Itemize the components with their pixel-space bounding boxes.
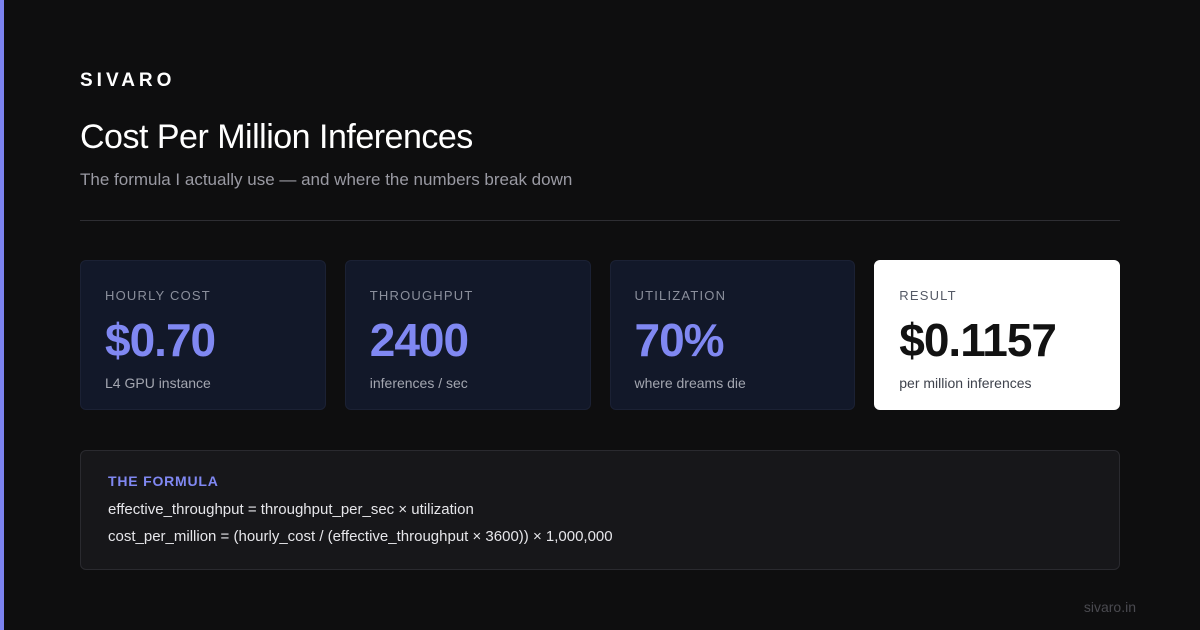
divider	[80, 220, 1120, 221]
card-label: RESULT	[899, 288, 957, 303]
formula-box: THE FORMULA effective_throughput = throu…	[80, 450, 1120, 570]
metric-cards: HOURLY COST $0.70 L4 GPU instance THROUG…	[80, 260, 1120, 410]
card-note: per million inferences	[899, 375, 1032, 391]
page: SIVARO Cost Per Million Inferences The f…	[0, 0, 1200, 630]
formula-heading: THE FORMULA	[108, 473, 219, 489]
card-label: THROUGHPUT	[369, 288, 474, 303]
hourly-cost-card: HOURLY COST $0.70 L4 GPU instance	[80, 260, 326, 410]
utilization-card: UTILIZATION 70% where dreams die	[609, 260, 856, 410]
result-card: RESULT $0.1157 per million inferences	[874, 260, 1120, 410]
card-note: inferences / sec	[369, 375, 468, 391]
card-note: L4 GPU instance	[105, 375, 211, 391]
page-subtitle: The formula I actually use — and where t…	[80, 170, 573, 189]
card-value: $0.70	[105, 314, 216, 366]
card-value: 2400	[369, 314, 469, 366]
formula-line-cost-per-million: cost_per_million = (hourly_cost / (effec…	[108, 528, 613, 545]
throughput-card: THROUGHPUT 2400 inferences / sec	[344, 260, 591, 410]
accent-bar	[0, 0, 4, 630]
card-value: 70%	[634, 314, 725, 366]
formula-line-effective-throughput: effective_throughput = throughput_per_se…	[108, 501, 474, 518]
card-label: UTILIZATION	[634, 288, 727, 303]
card-label: HOURLY COST	[105, 288, 211, 303]
brand-logo: SIVARO	[80, 70, 176, 91]
page-title: Cost Per Million Inferences	[80, 118, 473, 156]
card-note: where dreams die	[634, 375, 746, 391]
footer-url: sivaro.in	[1083, 599, 1136, 615]
card-value: $0.1157	[899, 314, 1057, 366]
